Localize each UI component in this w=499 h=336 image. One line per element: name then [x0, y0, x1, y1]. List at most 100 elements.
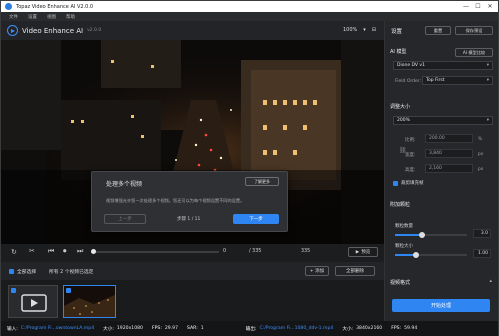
crop-checkbox[interactable] [393, 181, 398, 186]
video-2-checkbox[interactable] [66, 288, 71, 293]
app-logo-icon [5, 3, 12, 10]
sar-label: SAR: [187, 326, 198, 331]
thumbnail-image [64, 286, 115, 317]
forward-icon[interactable]: ⏭ [77, 247, 83, 256]
play-icon[interactable]: ⏺ [63, 247, 67, 256]
title-bar: Topaz Video Enhance AI V2.0.0 — ☐ ✕ [1, 1, 498, 12]
input-sar: 1 [200, 326, 204, 331]
start-processing-button[interactable]: 开始处理 [392, 299, 490, 312]
chevron-down-icon: ▾ [486, 78, 489, 83]
output-fps-label: FPS: [391, 326, 402, 331]
video-thumbnail-1[interactable] [8, 285, 58, 318]
window-controls: — ☐ ✕ [460, 1, 496, 12]
camera-icon: ▶ [355, 249, 360, 255]
crop-label: 裁剪填充帧 [401, 181, 424, 186]
height-input[interactable]: 2,160 [425, 164, 473, 173]
grain-amount-fill [395, 234, 421, 236]
window-title: Topaz Video Enhance AI V2.0.0 [16, 3, 94, 10]
step-indicator: 步骤 1 / 11 [177, 217, 201, 222]
field-order-select[interactable]: Top First ▾ [422, 76, 493, 85]
add-button[interactable]: + 添加 [305, 266, 329, 276]
scissors-icon[interactable]: ✂ [29, 247, 35, 255]
video-viewer[interactable]: 处理多个视频 了解更多 视频增强允许您一次处理多个视频。您还可以为每个视频设置不… [1, 40, 384, 244]
ratio-label: 比例: [405, 138, 416, 143]
width-unit: px [478, 152, 484, 157]
input-label: 输入: [7, 326, 18, 332]
input-fps-label: FPS: [151, 326, 162, 331]
select-all-label: 全部选择 [17, 269, 37, 275]
ai-model-compare-button[interactable]: AI 模型比较 [455, 48, 493, 57]
menu-help[interactable]: 帮助 [66, 14, 75, 20]
rewind-icon[interactable]: ⏮ [48, 247, 54, 256]
height-unit: px [478, 167, 484, 172]
loop-icon[interactable]: ↻ [11, 248, 17, 256]
scale-select[interactable]: 200% ▾ [393, 116, 493, 125]
input-path: C:/Program Fi...owntownLA.mp4 [20, 326, 95, 331]
seek-handle[interactable] [91, 249, 96, 254]
tutorial-dialog: 处理多个视频 了解更多 视频增强允许您一次处理多个视频。您还可以为每个视频设置不… [91, 171, 288, 232]
minimize-icon[interactable]: — [460, 1, 472, 12]
menu-view[interactable]: 视图 [47, 14, 56, 20]
app-name: Video Enhance AI [22, 26, 84, 35]
output-label: 输出: [245, 326, 257, 332]
menu-settings[interactable]: 设置 [28, 14, 37, 20]
grain-amount-handle[interactable] [419, 232, 425, 238]
video-list-toolbar: 全部选择 所有 2 个视频已选定 + 添加 全部删除 [1, 262, 384, 280]
preview-button[interactable]: ▶ 预览 [348, 247, 378, 257]
grain-size-handle[interactable] [413, 252, 419, 258]
output-size-label: 大小: [342, 326, 354, 332]
grain-size-label: 颗粒大小 [395, 244, 413, 249]
save-preset-button[interactable]: 保存预设 [455, 26, 493, 35]
height-label: 高度: [405, 168, 416, 173]
preview-label: 预览 [361, 250, 371, 255]
playback-controls: ↻ ✂ ⏮ ⏺ ⏭ 0 / 335 335 ▶ 预览 [1, 244, 384, 260]
field-order-value: Top First [426, 78, 445, 83]
total-frames: / 335 [249, 249, 262, 254]
layout-icon[interactable]: ⊟ [372, 27, 376, 33]
grain-amount-label: 颗粒数量 [395, 224, 413, 229]
input-size-label: 大小: [103, 326, 114, 332]
chevron-down-icon: ▾ [486, 63, 489, 68]
dialog-text: 视频增强允许您一次处理多个视频。您还可以为每个视频设置不同的设置。 [106, 198, 245, 203]
grain-amount-slider[interactable] [395, 232, 467, 238]
video-1-checkbox[interactable] [11, 288, 16, 293]
output-path: C:/Program Fi...1080_ddv-1.mp4 [259, 326, 334, 331]
model-select[interactable]: Dione DV v1 ▾ [393, 61, 493, 70]
output-size: 3840x2160 [356, 326, 383, 331]
maximize-icon[interactable]: ☐ [472, 1, 484, 12]
ratio-input[interactable]: 200.00 [425, 134, 473, 143]
grain-size-slider[interactable] [395, 252, 467, 258]
link-icon[interactable]: ⛓ [399, 147, 407, 154]
grain-amount-value[interactable]: 3.0 [473, 229, 491, 238]
chevron-up-icon[interactable]: ▴ [489, 278, 492, 284]
input-size: 1920x1080 [116, 326, 143, 331]
next-step-button[interactable]: 下一步 [233, 214, 279, 224]
video-format-section: 视频格式 [390, 280, 411, 286]
app-window: Topaz Video Enhance AI V2.0.0 — ☐ ✕ 文件 设… [0, 0, 499, 336]
select-all-checkbox[interactable] [9, 268, 14, 274]
reset-button[interactable]: 重置 [425, 26, 451, 35]
dialog-title: 处理多个视频 [106, 181, 143, 188]
model-value: Dione DV v1 [397, 63, 425, 68]
video-thumbnails [1, 280, 384, 321]
grain-section: 附加颗粒 [390, 202, 411, 208]
zoom-value: 100% [342, 27, 358, 33]
app-version: v2.0.0 [87, 28, 102, 33]
prev-step-button[interactable]: 上一步 [104, 214, 146, 224]
input-fps: 29.97 [164, 326, 179, 331]
scale-value: 200% [397, 118, 410, 123]
chevron-down-icon: ▾ [363, 27, 366, 33]
width-input[interactable]: 3,840 [425, 149, 473, 158]
menu-file[interactable]: 文件 [9, 14, 18, 20]
video-thumbnail-2[interactable] [63, 285, 116, 318]
learn-more-button[interactable]: 了解更多 [245, 177, 279, 186]
settings-panel: 设置 重置 保存预设 AI 模型 AI 模型比较 Dione DV v1 ▾ F… [384, 21, 498, 321]
play-logo-icon [7, 25, 18, 36]
zoom-select[interactable]: 100% ▾ ⊟ [343, 27, 376, 33]
resize-section: 调整大小 [390, 104, 411, 110]
delete-all-button[interactable]: 全部删除 [335, 266, 375, 276]
output-fps: 59.94 [404, 326, 418, 331]
close-icon[interactable]: ✕ [484, 1, 496, 12]
grain-size-value[interactable]: 1.00 [473, 249, 491, 258]
seek-bar[interactable] [91, 249, 219, 254]
